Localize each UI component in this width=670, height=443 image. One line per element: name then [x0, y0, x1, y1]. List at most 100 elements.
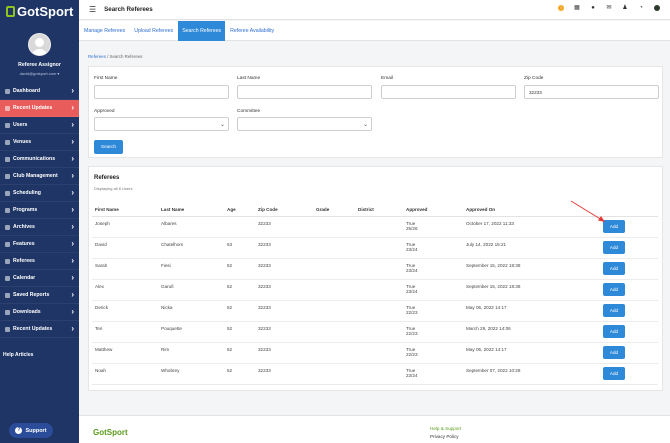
scheduling-icon [5, 190, 10, 196]
tab-manage-referees[interactable]: Manage Referees [80, 21, 129, 41]
last-name-cell: Chatelhom [158, 237, 224, 259]
footer-logo[interactable]: GotSport [93, 428, 128, 437]
account-avatar[interactable] [654, 5, 660, 11]
sidebar-item-users[interactable]: Users › [0, 117, 79, 134]
brand-name: GotSport [17, 3, 74, 19]
last-name-cell: Rim [158, 342, 224, 364]
sidebar-item-saved-reports[interactable]: Saved Reports › [0, 287, 79, 304]
age-cell: 53 [224, 237, 255, 259]
sidebar-item-scheduling[interactable]: Scheduling › [0, 185, 79, 202]
add-button[interactable]: Add [603, 366, 625, 380]
sidebar-item-calendar[interactable]: Calendar › [0, 270, 79, 287]
action-cell: Add [600, 237, 658, 259]
district-cell [355, 342, 403, 364]
sidebar-item-label: Recent Updates [13, 105, 53, 111]
search-button[interactable]: Search [94, 140, 123, 154]
sidebar-item-programs[interactable]: Programs › [0, 202, 79, 219]
last-name-cell: Nicka [158, 300, 224, 322]
chevron-down-icon: ⌄ [362, 122, 368, 128]
approved-select[interactable]: ⌄ [94, 117, 229, 131]
avatar[interactable] [28, 33, 51, 56]
approved-on-cell: July 14, 2022 15:21 [463, 237, 600, 259]
support-button[interactable]: ? Support [9, 423, 53, 438]
first-name-cell: Alex [92, 279, 158, 301]
action-cell: Add [600, 321, 658, 343]
tab-referee-availability[interactable]: Referee Availability [226, 21, 278, 41]
referees-count: Displaying all 8 Users [94, 186, 133, 191]
alert-icon[interactable]: ! [558, 5, 564, 11]
breadcrumb-referees[interactable]: Referees [88, 54, 106, 59]
mail-icon[interactable]: ✉ [606, 5, 612, 11]
grade-cell [313, 363, 355, 385]
first-name-cell: Matthew [92, 342, 158, 364]
help-support-link[interactable]: Help & Support [430, 426, 461, 431]
email-field[interactable] [381, 85, 516, 99]
sidebar-item-venues[interactable]: Venues › [0, 134, 79, 151]
profile-email[interactable]: david@gotsport.com ▾ [0, 71, 79, 76]
chevron-right-icon: › [71, 307, 74, 316]
referees-icon [5, 258, 10, 264]
approved-season: 23/24 [406, 246, 418, 252]
person-icon[interactable]: ● [590, 5, 596, 11]
sidebar-item-communications[interactable]: Communications › [0, 151, 79, 168]
menu-icon[interactable]: ☰ [89, 5, 96, 14]
sidebar-item-label: Downloads [13, 309, 41, 315]
district-cell [355, 237, 403, 259]
sidebar-item-label: Archives [13, 224, 35, 230]
zip-code-field[interactable]: 32233 [524, 85, 659, 99]
add-button[interactable]: Add [603, 324, 625, 338]
sidebar-item-label: Saved Reports [13, 292, 50, 298]
privacy-policy-link[interactable]: Privacy Policy [430, 434, 461, 439]
table-row: Teri Pouquette 52 32233 True 22/23 March 29, 2… [92, 321, 658, 343]
sidebar-item-club-management[interactable]: Club Management › [0, 168, 79, 185]
approved-season: 22/23 [406, 330, 418, 336]
grade-cell [313, 279, 355, 301]
first-name-field[interactable] [94, 85, 229, 99]
age-cell: 52 [224, 363, 255, 385]
chevron-right-icon: › [71, 222, 74, 231]
reports-icon [5, 292, 10, 298]
age-cell: 52 [224, 321, 255, 343]
sidebar-item-features[interactable]: Features › [0, 236, 79, 253]
last-name-cell: Whobrey [158, 363, 224, 385]
email-label: Email [381, 76, 393, 81]
table-body: Joseph Albares 32233 True 25/26 October 17, 2… [92, 216, 658, 385]
first-name-cell: David [92, 237, 158, 259]
add-button[interactable]: Add [603, 261, 625, 275]
tab-upload-referees[interactable]: Upload Referees [130, 21, 177, 41]
add-button[interactable]: Add [603, 345, 625, 359]
first-name-label: First Name [94, 76, 118, 81]
sidebar-item-label: Calendar [13, 275, 36, 281]
sidebar-item-archives[interactable]: Archives › [0, 219, 79, 236]
sidebar-item-recent-updates[interactable]: Recent Updates › [0, 100, 79, 117]
action-cell: Add [600, 216, 658, 238]
column-header: Approved [403, 204, 463, 217]
approved-on-cell: September 07, 2022 10:28 [463, 363, 600, 385]
annotation-arrow-icon [570, 200, 605, 222]
table-row: Noah Whobrey 52 32233 True 23/24 September 07,… [92, 363, 658, 385]
updates-icon [5, 105, 10, 111]
last-name-cell: Fiesi [158, 258, 224, 280]
user-icon[interactable]: ♟ [622, 5, 628, 11]
sidebar-item-dashboard[interactable]: Dashboard › [0, 83, 79, 100]
add-button[interactable]: Add [603, 240, 625, 254]
first-name-cell: Derick [92, 300, 158, 322]
tab-search-referees[interactable]: Search Referees [178, 21, 226, 41]
last-name-field[interactable] [237, 85, 372, 99]
help-articles-link[interactable]: Help Articles [3, 352, 33, 358]
page-title: Search Referees [104, 6, 153, 13]
gotsport-logo[interactable]: GotSport [0, 0, 79, 22]
add-button[interactable]: Add [603, 303, 625, 317]
sidebar-item-referees[interactable]: Referees › [0, 253, 79, 270]
district-cell [355, 321, 403, 343]
grid-icon[interactable]: ▦ [574, 5, 580, 11]
sidebar-item-downloads[interactable]: Downloads › [0, 304, 79, 321]
chat-icon[interactable]: ◔ [638, 5, 644, 11]
table-row: David Chatelhom 53 32233 True 23/24 July 14, 2… [92, 237, 658, 259]
sidebar-item-recent-updates[interactable]: Recent Updates › [0, 321, 79, 338]
committee-select[interactable]: ⌄ [237, 117, 372, 131]
add-button[interactable]: Add [603, 282, 625, 296]
chevron-down-icon: ⌄ [219, 122, 225, 128]
top-bar: ☰ Search Referees ! ▦ ● ✉ ♟ ◔ [79, 0, 670, 20]
column-header: Last Name [158, 204, 224, 217]
